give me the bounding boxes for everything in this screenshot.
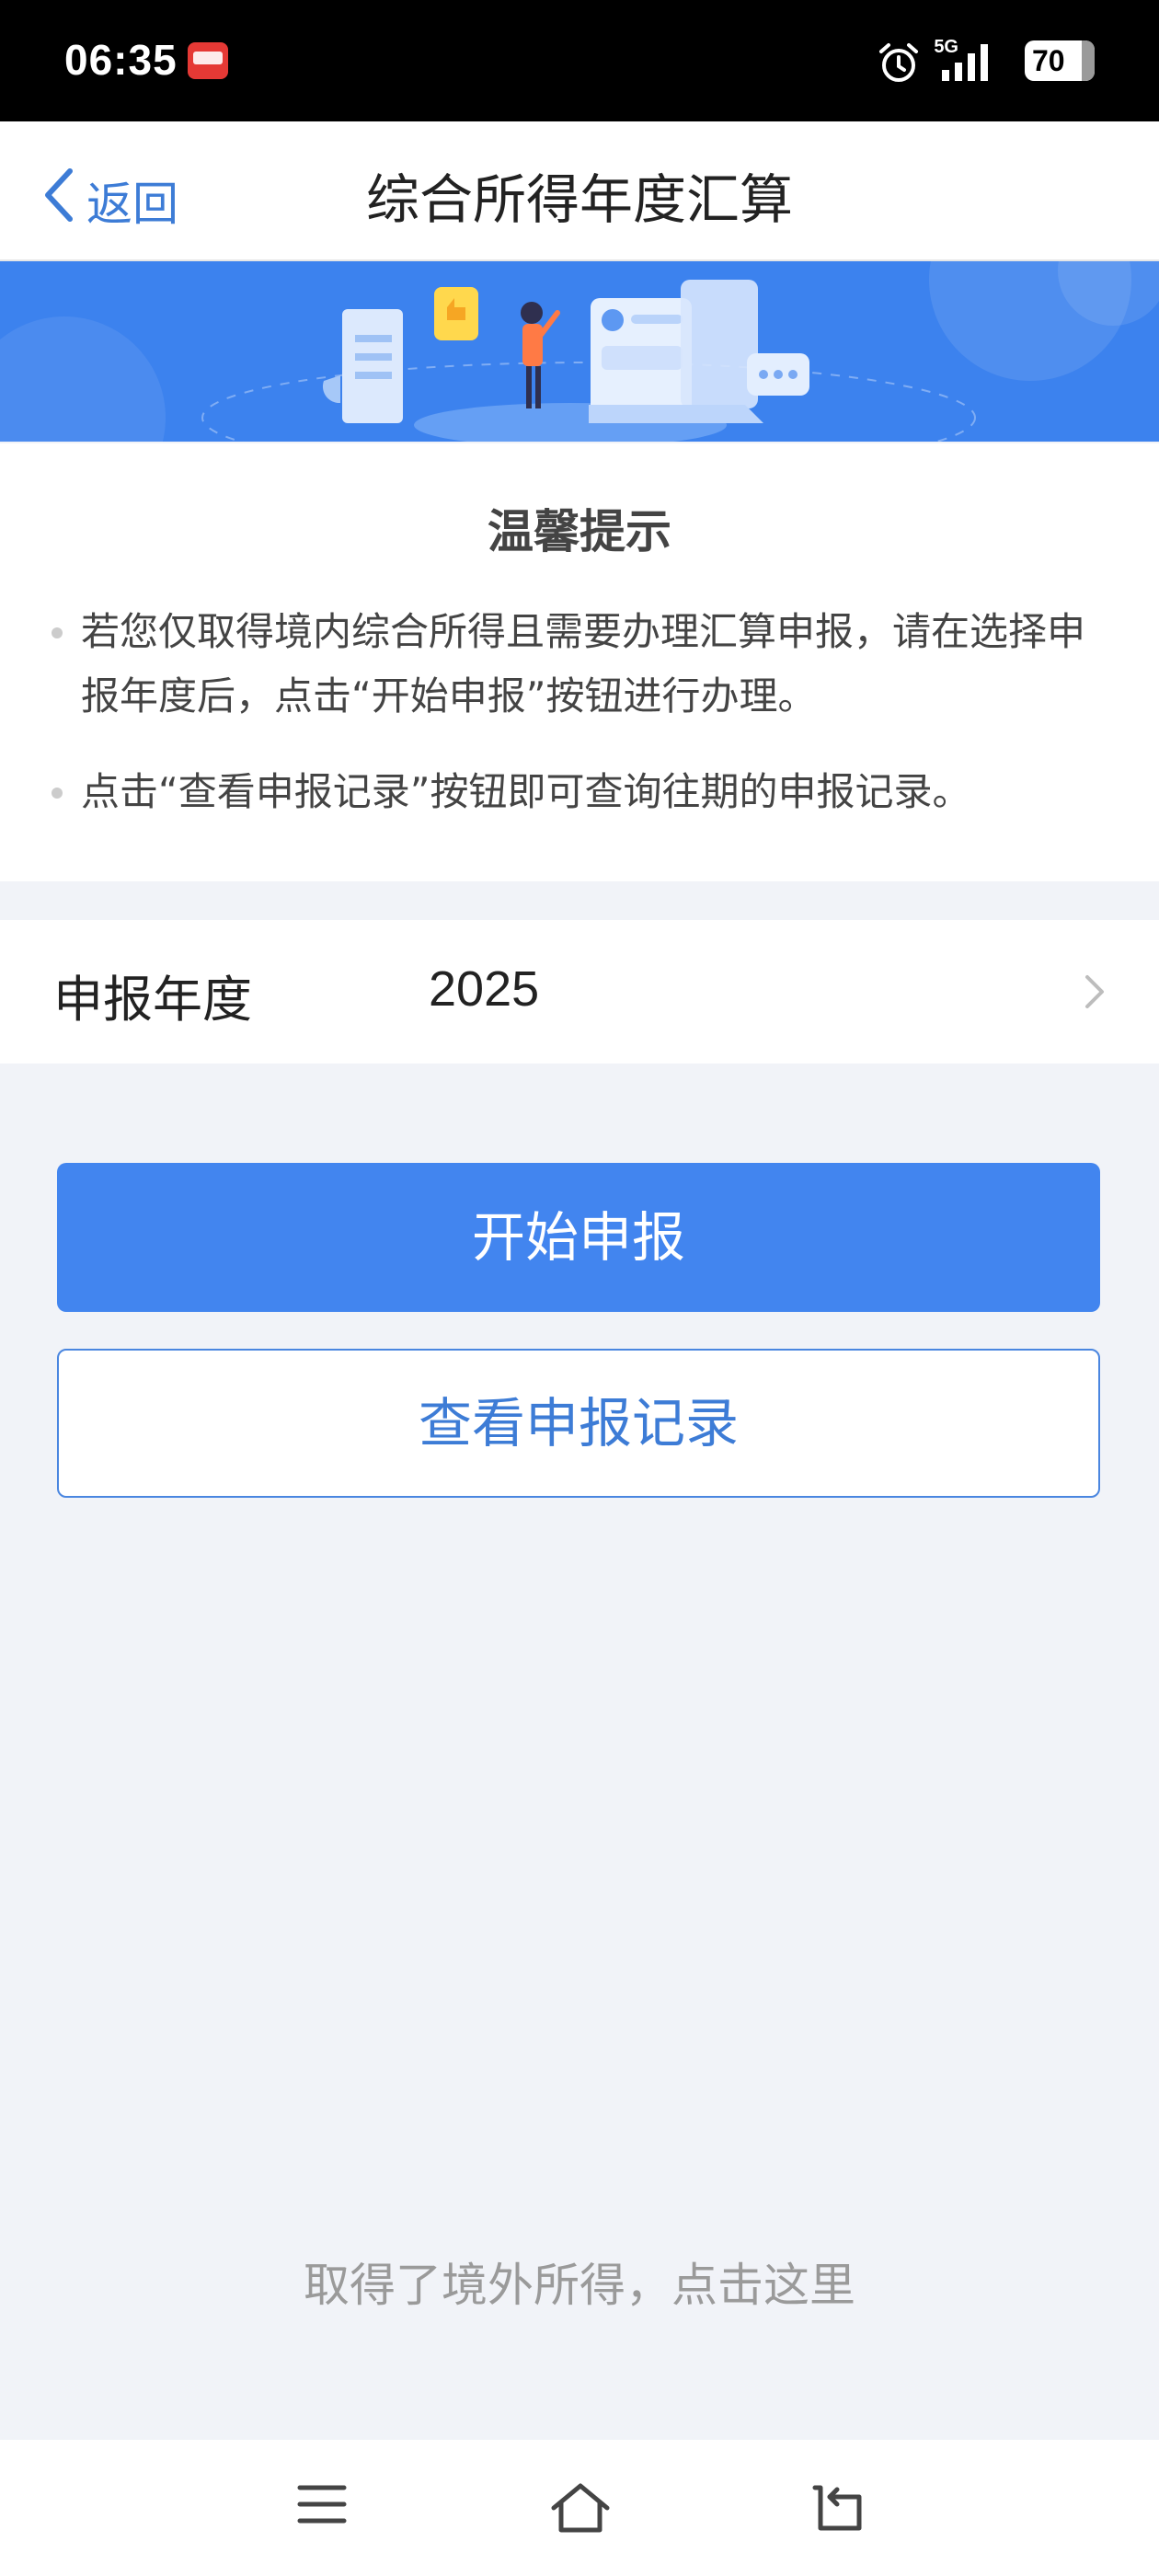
status-time: 06:35 (64, 36, 178, 84)
tips-card: 温馨提示 若您仅取得境内综合所得且需要办理汇算申报，请在选择申报年度后，点击“开… (0, 443, 1159, 881)
foreign-income-link[interactable]: 取得了境外所得，点击这里 (0, 2248, 1159, 2315)
view-records-button[interactable]: 查看申报记录 (57, 1349, 1100, 1498)
home-icon[interactable] (548, 2482, 613, 2534)
tips-title: 温馨提示 (488, 505, 671, 558)
alarm-icon (879, 43, 918, 82)
back-icon[interactable] (809, 2482, 865, 2534)
message-bubble (747, 353, 809, 396)
chat-panel (589, 280, 763, 423)
signal-icon (942, 44, 988, 81)
nav-bar: 返回 综合所得年度汇算 (0, 121, 1159, 261)
tip-text: 若您仅取得境内综合所得且需要办理汇算申报，请在选择申报年度后，点击“开始申报”按… (81, 609, 1086, 719)
system-nav-bar (0, 2440, 1159, 2576)
bullet-dot (52, 788, 63, 799)
chevron-right-icon (1085, 975, 1104, 1008)
person-illustration (521, 302, 560, 408)
bullet-dot (52, 627, 63, 638)
banner-illustration (0, 261, 1159, 442)
year-label: 申报年度 (53, 971, 252, 1029)
battery-icon: 70 (1025, 40, 1095, 81)
year-selector[interactable]: 申报年度 2025 (0, 920, 1159, 1064)
tip-item: 点击“查看申报记录”按钮即可查询往期的申报记录。 (52, 760, 1100, 824)
app-notification-icon (188, 42, 228, 79)
status-indicators: 5G 70 (800, 33, 1095, 88)
tip-text: 点击“查看申报记录”按钮即可查询往期的申报记录。 (81, 769, 971, 814)
year-value: 2025 (429, 961, 540, 1017)
menu-icon[interactable] (296, 2482, 348, 2526)
start-declaration-button[interactable]: 开始申报 (57, 1163, 1100, 1312)
status-bar: 06:35 5G 70 (0, 0, 1159, 121)
battery-level: 70 (1032, 44, 1065, 77)
page-title: 综合所得年度汇算 (365, 168, 793, 231)
tip-item: 若您仅取得境内综合所得且需要办理汇算申报，请在选择申报年度后，点击“开始申报”按… (52, 600, 1100, 729)
document-card-left (322, 309, 403, 423)
